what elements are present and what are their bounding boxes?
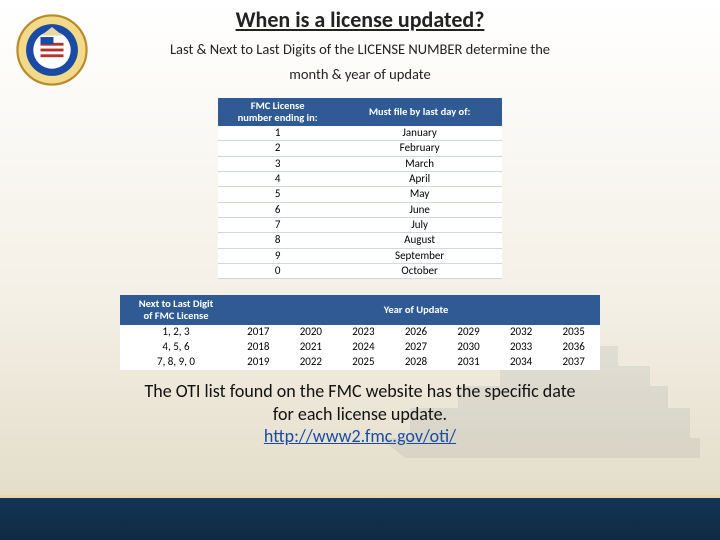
cell-month: April bbox=[337, 172, 502, 187]
cell-month: February bbox=[337, 141, 502, 156]
cell-digit: 2 bbox=[218, 141, 337, 156]
cell-year: 2018 bbox=[232, 340, 285, 355]
cell-digit-group: 1, 2, 3 bbox=[120, 325, 232, 340]
cell-digit: 6 bbox=[218, 202, 337, 217]
table-row: 5May bbox=[218, 187, 502, 202]
head-left-line2: number ending in: bbox=[238, 111, 318, 124]
cell-year: 2029 bbox=[442, 325, 495, 340]
table-row: 8August bbox=[218, 233, 502, 248]
footer-text-block: The OTI list found on the FMC website ha… bbox=[0, 380, 720, 448]
cell-year: 2033 bbox=[495, 340, 548, 355]
page-title: When is a license updated? bbox=[0, 6, 720, 33]
head2-left-line2: of FMC License bbox=[143, 309, 208, 322]
cell-digit: 7 bbox=[218, 217, 337, 232]
cell-month: January bbox=[337, 126, 502, 141]
cell-month: June bbox=[337, 202, 502, 217]
bottom-bar bbox=[0, 498, 720, 540]
oti-link[interactable]: http://www2.fmc.gov/oti/ bbox=[264, 425, 456, 447]
cell-month: August bbox=[337, 233, 502, 248]
month-table: FMC License number ending in: Must file … bbox=[218, 98, 502, 279]
cell-month: October bbox=[337, 263, 502, 278]
cell-year: 2024 bbox=[337, 340, 390, 355]
cell-digit: 0 bbox=[218, 263, 337, 278]
cell-year: 2030 bbox=[442, 340, 495, 355]
table-row: 4April bbox=[218, 172, 502, 187]
footer-line-2: for each license update. bbox=[273, 403, 447, 425]
cell-year: 2035 bbox=[547, 325, 600, 340]
cell-year: 2023 bbox=[337, 325, 390, 340]
cell-year: 2022 bbox=[285, 355, 338, 370]
table-row: 0October bbox=[218, 263, 502, 278]
head-left-line1: FMC License bbox=[251, 99, 305, 112]
cell-month: September bbox=[337, 248, 502, 263]
cell-year: 2037 bbox=[547, 355, 600, 370]
table-row: 3March bbox=[218, 156, 502, 171]
cell-year: 2019 bbox=[232, 355, 285, 370]
month-table-head-left: FMC License number ending in: bbox=[218, 98, 337, 126]
slide: When is a license updated? Last & Next t… bbox=[0, 0, 720, 540]
cell-digit: 9 bbox=[218, 248, 337, 263]
year-table-head-left: Next to Last Digit of FMC License bbox=[120, 295, 232, 325]
subtitle-line-2: month & year of update bbox=[289, 65, 430, 83]
cell-year: 2028 bbox=[390, 355, 443, 370]
cell-year: 2025 bbox=[337, 355, 390, 370]
cell-digit-group: 4, 5, 6 bbox=[120, 340, 232, 355]
cell-year: 2032 bbox=[495, 325, 548, 340]
cell-month: March bbox=[337, 156, 502, 171]
table-row: 1, 2, 3 2017 2020 2023 2026 2029 2032 20… bbox=[120, 325, 600, 340]
cell-digit: 4 bbox=[218, 172, 337, 187]
page-subtitle: Last & Next to Last Digits of the LICENS… bbox=[0, 37, 720, 86]
cell-year: 2026 bbox=[390, 325, 443, 340]
cell-digit-group: 7, 8, 9, 0 bbox=[120, 355, 232, 370]
cell-digit: 3 bbox=[218, 156, 337, 171]
cell-year: 2031 bbox=[442, 355, 495, 370]
cell-digit: 1 bbox=[218, 126, 337, 141]
cell-year: 2027 bbox=[390, 340, 443, 355]
month-table-head-right: Must file by last day of: bbox=[337, 98, 502, 126]
cell-year: 2017 bbox=[232, 325, 285, 340]
cell-year: 2020 bbox=[285, 325, 338, 340]
head2-left-line1: Next to Last Digit bbox=[139, 297, 214, 310]
table-row: 7July bbox=[218, 217, 502, 232]
cell-year: 2021 bbox=[285, 340, 338, 355]
year-table: Next to Last Digit of FMC License Year o… bbox=[120, 295, 600, 370]
cell-digit: 8 bbox=[218, 233, 337, 248]
table-row: 1January bbox=[218, 126, 502, 141]
cell-month: July bbox=[337, 217, 502, 232]
table-row: 4, 5, 6 2018 2021 2024 2027 2030 2033 20… bbox=[120, 340, 600, 355]
cell-year: 2036 bbox=[547, 340, 600, 355]
cell-year: 2034 bbox=[495, 355, 548, 370]
year-table-head-right: Year of Update bbox=[232, 295, 600, 325]
cell-digit: 5 bbox=[218, 187, 337, 202]
subtitle-line-1: Last & Next to Last Digits of the LICENS… bbox=[170, 40, 550, 58]
cell-month: May bbox=[337, 187, 502, 202]
table-row: 2February bbox=[218, 141, 502, 156]
table-row: 7, 8, 9, 0 2019 2022 2025 2028 2031 2034… bbox=[120, 355, 600, 370]
footer-line-1: The OTI list found on the FMC website ha… bbox=[144, 380, 575, 402]
table-row: 6June bbox=[218, 202, 502, 217]
table-row: 9September bbox=[218, 248, 502, 263]
